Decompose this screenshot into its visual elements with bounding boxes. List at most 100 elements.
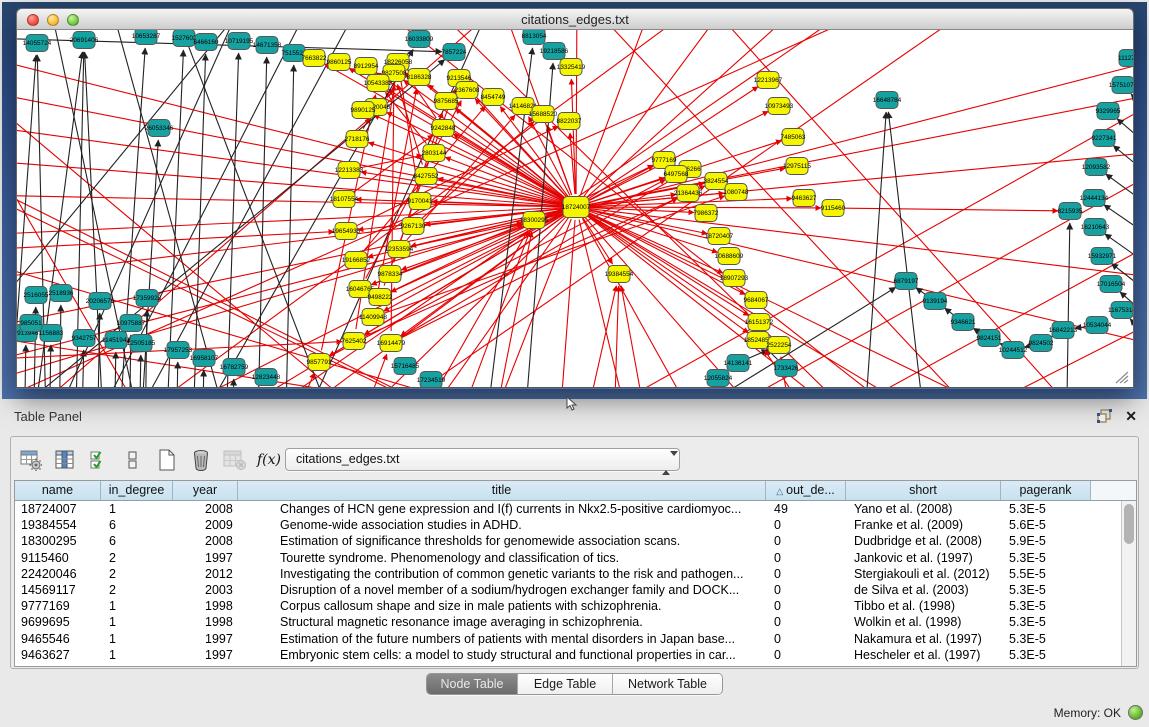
graph-node[interactable]: 1112734 — [1118, 50, 1133, 67]
graph-node[interactable]: 15932971 — [1088, 248, 1117, 265]
graph-node[interactable]: 14671358 — [253, 37, 282, 54]
graph-node[interactable]: 2516055 — [24, 287, 49, 304]
graph-node[interactable]: 9824151 — [977, 330, 1002, 347]
table-row[interactable]: 911546021997Tourette syndrome. Phenomeno… — [15, 550, 1136, 566]
graph-node[interactable]: 9875685 — [434, 93, 459, 110]
show-column-icon[interactable] — [53, 447, 77, 473]
graph-node[interactable]: 9860125 — [327, 54, 352, 71]
graph-node[interactable]: 19654935 — [332, 223, 361, 240]
graph-node[interactable]: 1733426 — [774, 360, 799, 377]
graph-node[interactable]: 18300295 — [520, 212, 549, 229]
graph-node[interactable]: 9115460 — [821, 200, 846, 217]
graph-node[interactable]: 15751074 — [1109, 77, 1133, 94]
graph-node[interactable]: 9346621 — [951, 314, 976, 331]
graph-node[interactable]: 16958107 — [190, 350, 219, 367]
network-canvas[interactable]: 1405572420691406106532871527602646616010… — [16, 30, 1134, 388]
graph-node[interactable]: 9498222 — [368, 289, 393, 306]
table-row[interactable]: 1830029562008Estimation of significance … — [15, 533, 1136, 549]
graph-node[interactable]: 2367608 — [455, 82, 480, 99]
graph-node[interactable]: 8215935 — [1058, 203, 1083, 220]
graph-node[interactable]: 9684067 — [744, 292, 769, 309]
graph-node[interactable]: 9878334 — [378, 266, 403, 283]
graph-node[interactable]: 17234519 — [417, 372, 446, 388]
create-column-icon[interactable] — [155, 447, 179, 473]
graph-node[interactable]: 9890125 — [351, 102, 376, 119]
graph-node[interactable]: 11409948 — [359, 309, 387, 326]
network-view-window[interactable]: citations_edges.txt 14055724206914061065… — [16, 8, 1134, 389]
graph-node[interactable]: 8427552 — [414, 168, 439, 185]
graph-node[interactable]: 16914479 — [377, 335, 406, 352]
table-row[interactable]: 2242004622012Investigating the contribut… — [15, 566, 1136, 582]
graph-node[interactable]: 10534044 — [1083, 317, 1112, 334]
graph-node[interactable]: 16210643 — [1081, 219, 1110, 236]
graph-node[interactable]: 10653287 — [132, 30, 161, 45]
tab-edge-table[interactable]: Edge Table — [517, 674, 612, 694]
graph-node[interactable]: 10543382 — [364, 75, 393, 92]
graph-node[interactable]: 16151372 — [745, 314, 774, 331]
graph-node[interactable]: 8822037 — [557, 113, 582, 130]
graph-node[interactable]: 9242848 — [431, 120, 456, 137]
table-row[interactable]: 977716911998Corpus callosum shape and si… — [15, 598, 1136, 614]
graph-node[interactable]: 9267130 — [401, 218, 426, 235]
resize-grip[interactable] — [1114, 370, 1130, 384]
graph-node[interactable]: 18724007 — [562, 197, 591, 218]
table-row[interactable]: 946554611997Estimation of the future num… — [15, 631, 1136, 647]
graph-node[interactable]: 17957253 — [164, 342, 193, 359]
graph-node[interactable]: 8813054 — [522, 30, 547, 45]
graph-node[interactable]: 10975887 — [117, 315, 146, 332]
table-row[interactable]: 1938455462009Genome-wide association stu… — [15, 517, 1136, 533]
graph-node[interactable]: 17359928 — [133, 290, 162, 307]
delete-table-icon[interactable] — [223, 447, 247, 473]
graph-node[interactable]: 8186328 — [407, 69, 432, 86]
graph-node[interactable]: 12213967 — [754, 72, 783, 89]
graph-node[interactable]: 17016504 — [1097, 276, 1126, 293]
graph-node[interactable]: 2518936 — [49, 285, 74, 302]
graph-node[interactable]: 12444134 — [1080, 190, 1109, 207]
graph-node[interactable]: 21364436 — [674, 185, 703, 202]
graph-node[interactable]: 12505185 — [127, 335, 156, 352]
column-header-out_degree[interactable]: △out_de... — [766, 481, 846, 501]
graph-node[interactable]: 6879197 — [894, 273, 919, 290]
graph-node[interactable]: 7986372 — [694, 205, 719, 222]
graph-node[interactable]: 20691406 — [70, 32, 99, 49]
graph-node[interactable]: 7663822 — [302, 50, 327, 67]
table-row[interactable]: 1456911722003Disruption of a novel membe… — [15, 582, 1136, 598]
graph-node[interactable]: 16842213 — [1049, 322, 1078, 339]
graph-node[interactable]: 8912954 — [354, 58, 379, 75]
graph-node[interactable]: 6466160 — [194, 34, 219, 51]
graph-node[interactable]: 15688520 — [529, 106, 558, 123]
delete-column-icon[interactable] — [189, 447, 213, 473]
graph-node[interactable]: 15716485 — [391, 358, 420, 375]
table-selector-dropdown[interactable]: citations_edges.txt — [285, 448, 680, 471]
close-panel-icon[interactable]: ✕ — [1125, 409, 1137, 423]
graph-node[interactable]: 9824502 — [1029, 335, 1054, 352]
graph-node[interactable]: 16033809 — [405, 31, 434, 48]
graph-node[interactable]: 9139194 — [923, 293, 948, 310]
table-row[interactable]: 946362711997Embryonic stem cells: a mode… — [15, 647, 1136, 663]
graph-node[interactable]: 9170041 — [408, 193, 433, 210]
window-titlebar[interactable]: citations_edges.txt — [16, 8, 1134, 30]
column-header-short[interactable]: short — [846, 481, 1001, 501]
graph-node[interactable]: 985051 — [20, 315, 42, 332]
graph-node[interactable]: 10688609 — [715, 248, 744, 265]
column-header-pagerank[interactable]: pagerank — [1001, 481, 1091, 501]
graph-node[interactable]: 18720407 — [705, 228, 734, 245]
graph-node[interactable]: 9857791 — [307, 354, 332, 371]
graph-node[interactable]: 2522254 — [767, 337, 792, 354]
graph-node[interactable]: 13325419 — [557, 59, 586, 76]
graph-node[interactable]: 9463627 — [792, 190, 817, 207]
table-row[interactable]: 1872400712008Changes of HCN gene express… — [15, 501, 1136, 517]
graph-node[interactable]: 2718176 — [345, 131, 370, 148]
graph-node[interactable]: 10719195 — [225, 33, 254, 50]
graph-node[interactable]: 12093582 — [1082, 159, 1111, 176]
graph-node[interactable]: 9227341 — [1092, 130, 1117, 147]
graph-node[interactable]: 6497568 — [664, 166, 689, 183]
graph-node[interactable]: 12823448 — [252, 369, 281, 386]
graph-node[interactable]: 18907293 — [720, 270, 749, 287]
float-panel-icon[interactable] — [1097, 409, 1112, 423]
graph-node[interactable]: 19218586 — [540, 43, 569, 60]
graph-node[interactable]: 12975115 — [783, 158, 811, 175]
graph-node[interactable]: 18107554 — [330, 191, 359, 208]
tab-network-table[interactable]: Network Table — [612, 674, 722, 694]
table-vertical-scrollbar[interactable] — [1121, 501, 1136, 666]
